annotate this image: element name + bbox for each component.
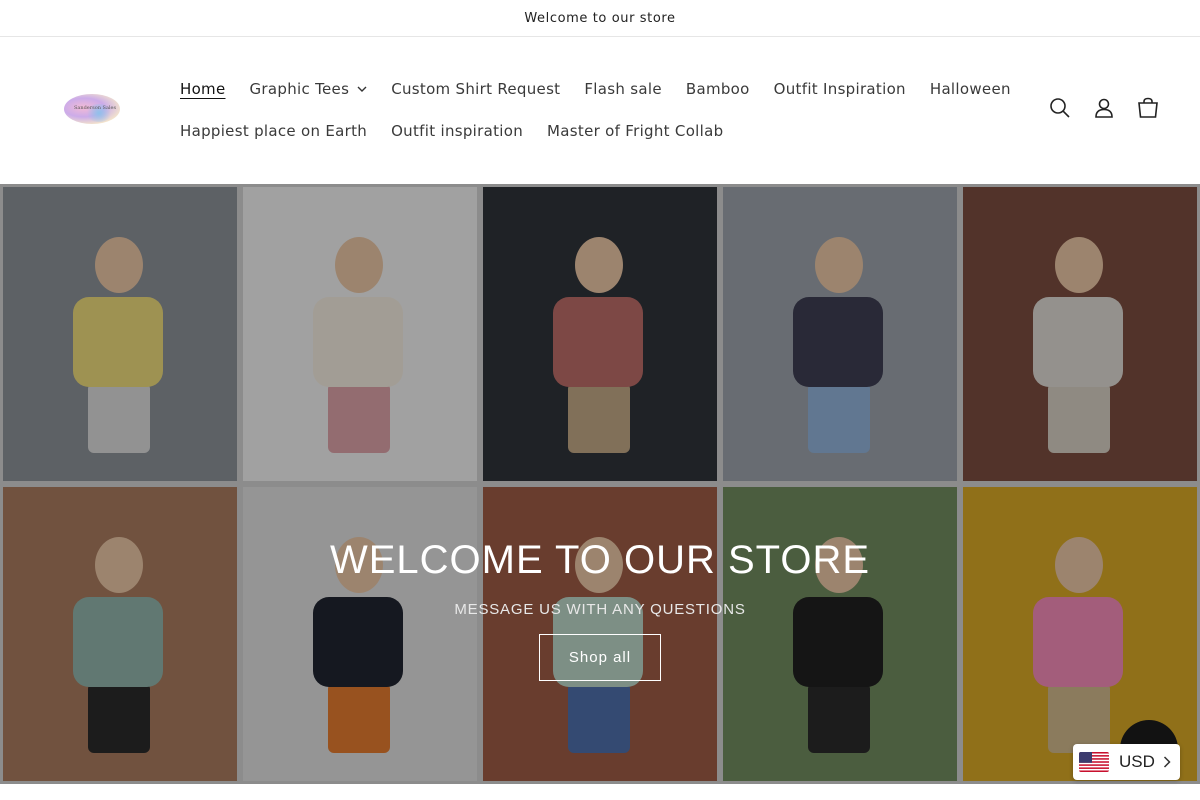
nav-link-label: Happiest place on Earth [180, 122, 368, 140]
us-flag-icon [1079, 752, 1109, 772]
nav-link-outfit-inspiration[interactable]: Outfit inspiration [379, 122, 535, 140]
nav-link-label: Halloween [929, 80, 1011, 98]
nav-row-primary: Home Graphic Tees Custom Shirt Request Flas… [168, 68, 1010, 110]
nav-link-halloween[interactable]: Halloween [918, 80, 1023, 98]
nav-link-home[interactable]: Home [168, 80, 238, 98]
nav-link-label: Outfit Inspiration [773, 80, 906, 98]
nav-link-label: Bamboo [685, 80, 750, 98]
logo-text: Sanderson Sales [73, 105, 117, 111]
nav-row-secondary: Happiest place on Earth Outfit inspiratio… [168, 110, 928, 152]
nav-link-label: Home [180, 80, 226, 98]
cart-icon[interactable] [1136, 96, 1160, 120]
shop-all-button[interactable]: Shop all [539, 634, 661, 681]
hero-subtitle: MESSAGE US WITH ANY QUESTIONS [454, 601, 746, 618]
chevron-right-icon [1163, 756, 1171, 768]
nav-link-graphic-tees[interactable]: Graphic Tees [238, 80, 380, 98]
nav-link-custom-shirt-request[interactable]: Custom Shirt Request [379, 80, 572, 98]
nav-link-bamboo[interactable]: Bamboo [674, 80, 762, 98]
store-logo[interactable]: Sanderson Sales [54, 84, 128, 134]
currency-label: USD [1119, 752, 1155, 771]
chevron-down-icon [357, 86, 367, 92]
hero-title: WELCOME TO OUR STORE [329, 538, 871, 582]
nav-link-outfit-inspiration[interactable]: Outfit Inspiration [762, 80, 918, 98]
nav-link-label: Master of Fright Collab [547, 122, 724, 140]
header-icons [1048, 96, 1160, 120]
announcement-bar: Welcome to our store [0, 0, 1200, 37]
hero-banner: WELCOME TO OUR STORE MESSAGE US WITH ANY… [0, 184, 1200, 784]
hero-content: WELCOME TO OUR STORE MESSAGE US WITH ANY… [0, 184, 1200, 784]
nav-link-label: Outfit inspiration [391, 122, 524, 140]
site-header: Sanderson Sales Home Graphic Tees Custom S… [0, 38, 1200, 184]
nav-link-label: Graphic Tees [249, 80, 350, 98]
nav-link-label: Custom Shirt Request [391, 80, 561, 98]
nav-link-happiest-place-on-earth[interactable]: Happiest place on Earth [168, 122, 379, 140]
nav-link-label: Flash sale [584, 80, 662, 98]
announcement-text: Welcome to our store [524, 10, 676, 26]
search-icon[interactable] [1048, 96, 1072, 120]
main-nav: Home Graphic Tees Custom Shirt Request Flas… [168, 68, 1010, 152]
nav-link-master-of-fright-collab[interactable]: Master of Fright Collab [535, 122, 735, 140]
nav-link-flash-sale[interactable]: Flash sale [572, 80, 673, 98]
currency-selector[interactable]: USD [1073, 744, 1180, 780]
account-icon[interactable] [1092, 96, 1116, 120]
